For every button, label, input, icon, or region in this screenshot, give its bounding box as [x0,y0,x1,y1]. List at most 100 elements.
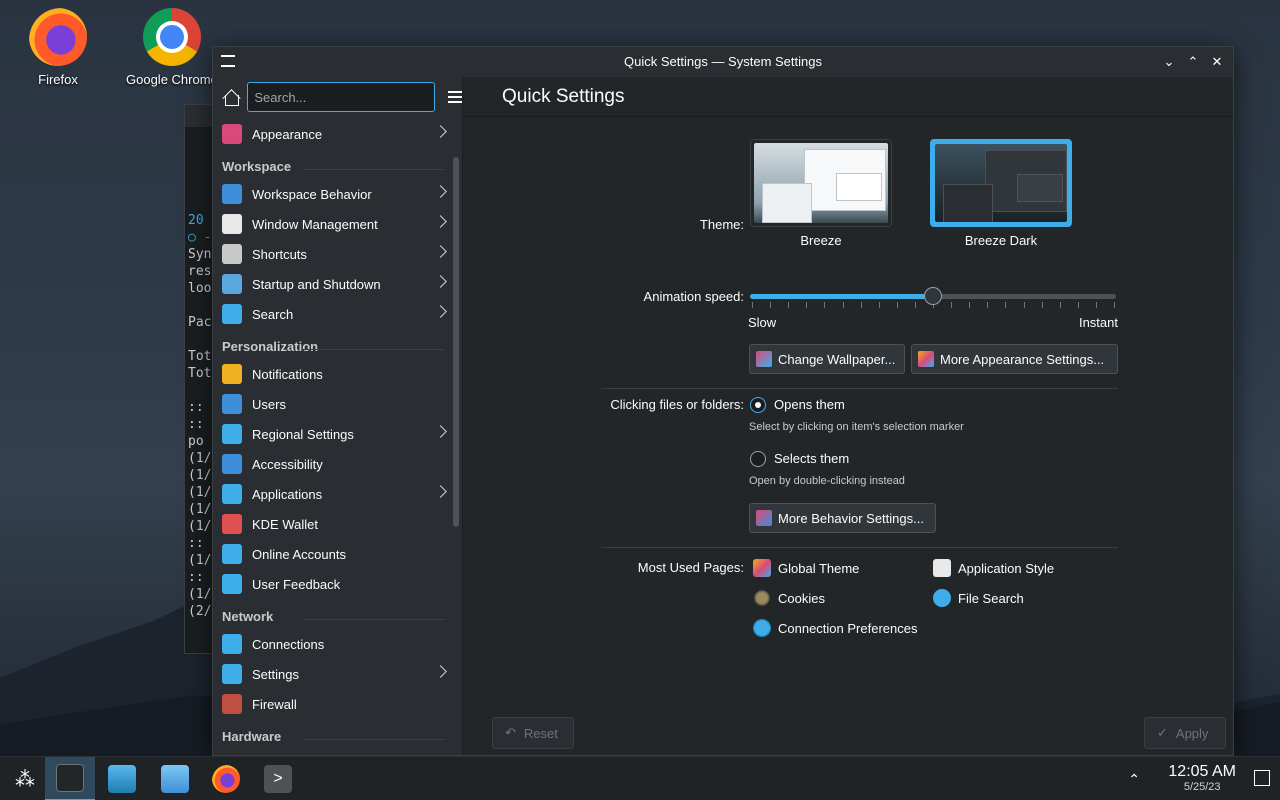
sidebar-item[interactable]: Window Management [213,209,455,239]
taskbar-firefox[interactable] [201,757,251,800]
selects-them-radio[interactable] [750,451,766,467]
theme-breeze-name: Breeze [800,233,842,248]
most-used-global-theme[interactable]: Global Theme [753,557,859,579]
sidebar-item-label: KDE Wallet [252,516,318,532]
taskbar-dolphin[interactable] [150,757,200,800]
network-settings-icon [222,664,242,684]
chrome-icon [143,8,201,66]
sidebar-item[interactable]: Users [213,389,455,419]
desktop-icon-label: Firefox [38,72,78,87]
home-icon[interactable] [223,88,240,106]
breeze-dark-preview [935,144,1067,222]
system-tray-expand-icon[interactable]: ⌃ [1128,771,1140,788]
sidebar-scrollbar[interactable] [453,157,459,527]
slider-tick [1005,302,1007,308]
sidebar-item-label: Connections [252,636,325,652]
animation-speed-handle[interactable] [924,287,942,305]
taskbar-discover[interactable] [97,757,147,800]
appearance-icon [222,124,242,144]
slider-tick [969,302,971,308]
apply-button[interactable]: ✓ Apply [1144,717,1226,749]
sidebar-item[interactable]: Startup and Shutdown [213,269,455,299]
change-wallpaper-label: Change Wallpaper... [778,351,896,367]
more-appearance-button[interactable]: More Appearance Settings... [911,344,1118,374]
more-behavior-button[interactable]: More Behavior Settings... [749,503,936,533]
reset-label: Reset [523,725,558,741]
hamburger-menu-icon[interactable] [448,91,462,103]
most-used-connection-preferences[interactable]: Connection Preferences [753,617,917,639]
change-wallpaper-button[interactable]: Change Wallpaper... [749,344,905,374]
application-launcher[interactable]: ⁂ [0,757,50,800]
slider-tick [824,302,826,308]
window-title: Quick Settings — System Settings [624,54,822,69]
terminal-icon: > [264,765,292,793]
most-used-file-search[interactable]: File Search [933,587,1024,609]
slider-tick [878,302,880,308]
sidebar-item[interactable]: Applications [213,479,455,509]
cookies-icon [753,589,771,607]
desktop-icon-firefox[interactable]: Firefox [8,8,108,87]
sidebar-item[interactable]: KDE Wallet [213,509,455,539]
desktop-icon-label: Google Chrome [126,72,218,87]
animation-speed-label: Animation speed: [643,289,744,304]
desktop-icon-chrome[interactable]: Google Chrome [124,8,220,87]
separator [601,547,1118,548]
window-menu-icon[interactable] [221,55,235,67]
search-input[interactable] [247,82,436,112]
slider-tick [860,302,862,308]
apply-label: Apply [1175,725,1209,741]
chevron-right-icon [434,485,447,498]
window-titlebar[interactable]: Quick Settings — System Settings ⌄ ⌃ ✕ [213,47,1233,77]
theme-breeze-card[interactable] [750,139,892,227]
opens-them-label[interactable]: Opens them [774,397,845,412]
taskbar-konsole[interactable]: > [253,757,303,800]
theme-breeze-dark-card[interactable] [930,139,1072,227]
main-content: Quick Settings Theme: Breeze Breeze Dark… [464,77,1233,755]
selects-them-label[interactable]: Selects them [774,451,849,466]
sidebar-item[interactable]: Connections [213,629,455,659]
sidebar-item[interactable]: Online Accounts [213,539,455,569]
reset-button[interactable]: ↶ Reset [492,717,574,749]
sidebar-item[interactable]: Workspace Behavior [213,179,455,209]
sidebar-item[interactable]: Firewall [213,689,455,719]
maximize-button[interactable]: ⌃ [1185,54,1201,70]
user-feedback-icon [222,574,242,594]
sidebar-item[interactable]: Shortcuts [213,239,455,269]
sidebar-item[interactable]: Accessibility [213,449,455,479]
sidebar-section-header: Hardware [213,719,455,749]
sidebar-item-label: Firewall [252,696,297,712]
sidebar-item-label: Regional Settings [252,426,354,442]
show-desktop-icon[interactable] [1254,770,1270,786]
theme-label: Theme: [699,217,744,232]
system-settings-icon [56,764,84,792]
accessibility-icon [222,454,242,474]
sidebar-item[interactable]: Appearance [213,119,455,149]
close-button[interactable]: ✕ [1209,54,1225,70]
most-used-application-style[interactable]: Application Style [933,557,1054,579]
clock-date: 5/25/23 [1183,781,1221,793]
clock[interactable]: 12:05 AM 5/25/23 [1168,763,1236,793]
opens-them-radio[interactable] [750,397,766,413]
chevron-right-icon [434,215,447,228]
sidebar-item-label: Search [252,306,294,322]
sidebar-item-label: Startup and Shutdown [252,276,381,292]
slider-tick [842,302,844,308]
sidebar-item[interactable]: Search [213,299,455,329]
taskbar-system-settings[interactable] [45,757,95,800]
sidebar-item-label: Settings [252,666,299,682]
sidebar-item[interactable]: Regional Settings [213,419,455,449]
minimize-button[interactable]: ⌄ [1161,54,1177,70]
firefox-icon [212,765,240,793]
sidebar-item-label: Users [252,396,286,412]
slider-tick [1077,302,1079,308]
chevron-right-icon [434,125,447,138]
sidebar-item[interactable]: Notifications [213,359,455,389]
page-title: Quick Settings [464,77,1233,117]
most-used-cookies[interactable]: Cookies [753,587,825,609]
sidebar-item-label: Appearance [252,126,323,142]
sidebar-item[interactable]: Settings [213,659,455,689]
sidebar-item[interactable]: User Feedback [213,569,455,599]
window-management-icon [222,214,242,234]
instant-label: Instant [1078,315,1118,330]
clicking-files-label: Clicking files or folders: [610,397,744,412]
